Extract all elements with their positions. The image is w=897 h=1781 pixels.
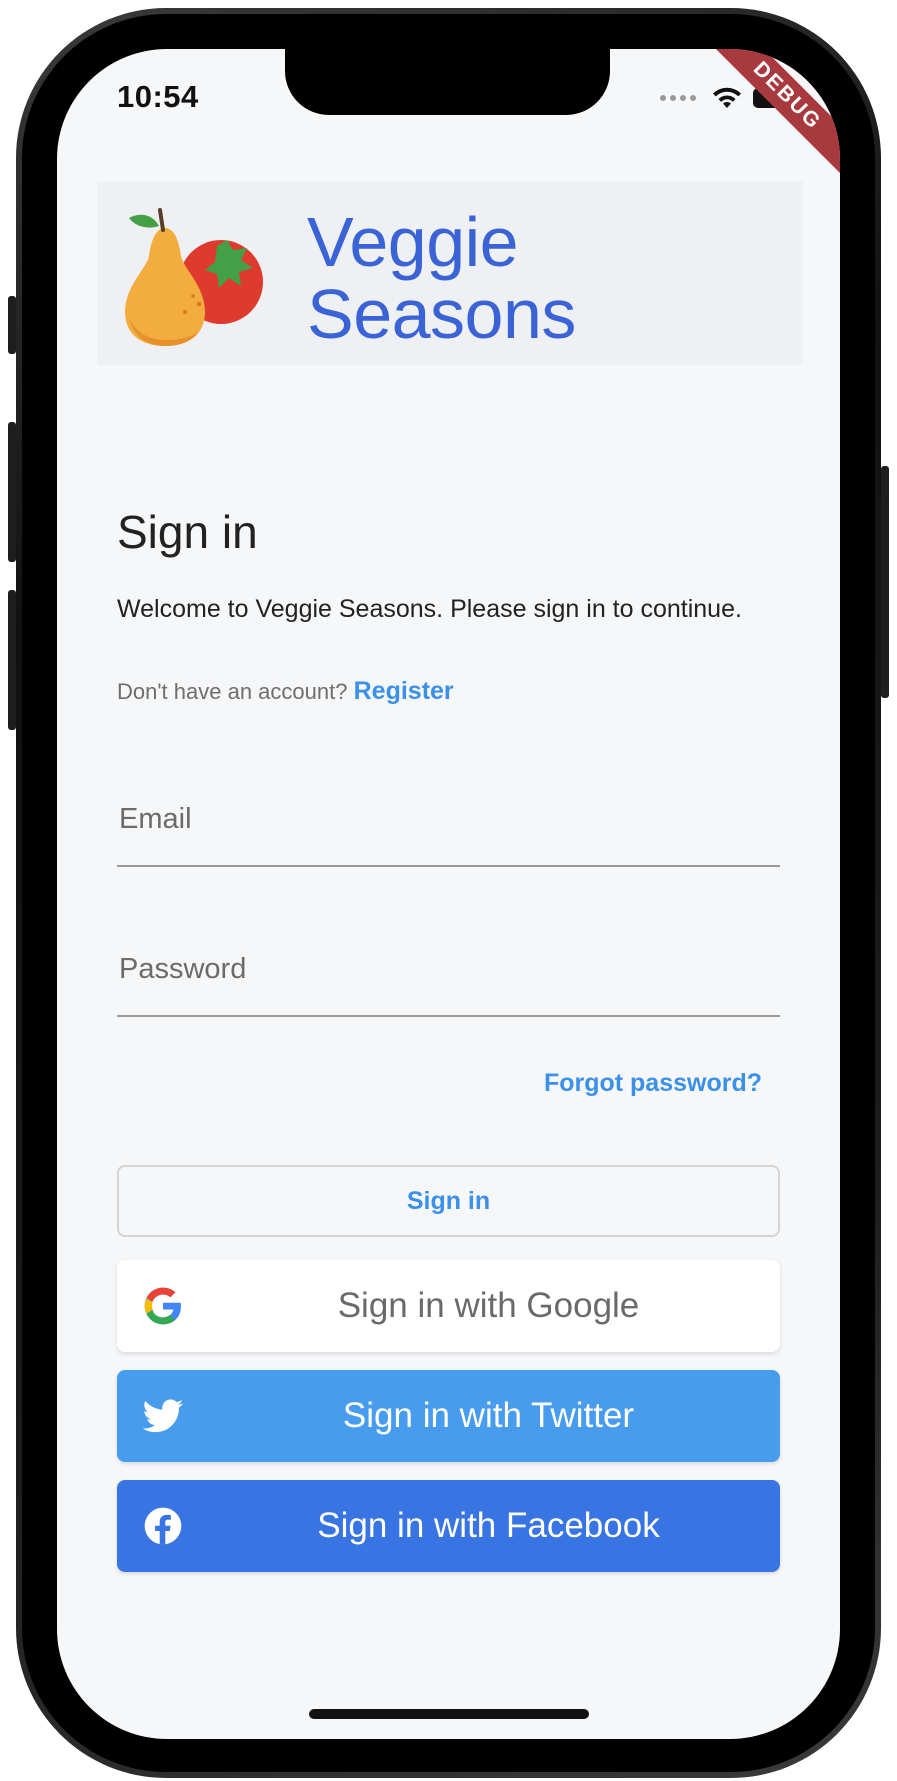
app-logo: Veggie Seasons xyxy=(97,182,803,365)
device-mute-switch xyxy=(8,296,16,354)
app-screen: 10:54 DEBUG Veggie Seasons Sign in Welco… xyxy=(57,49,840,1739)
sign-in-button[interactable]: Sign in xyxy=(117,1165,780,1237)
page-title: Sign in xyxy=(117,506,258,558)
register-prompt: Don't have an account? Register xyxy=(117,677,454,706)
password-field[interactable] xyxy=(117,927,784,1017)
device-volume-down xyxy=(8,590,16,730)
pear-tomato-logo-icon xyxy=(125,208,263,346)
no-account-text: Don't have an account? xyxy=(117,679,348,704)
logo-line-1: Veggie xyxy=(307,203,519,281)
facebook-button-label: Sign in with Facebook xyxy=(317,1506,660,1545)
device-volume-up xyxy=(8,422,16,562)
signal-dots-icon xyxy=(660,95,696,101)
forgot-password-link[interactable]: Forgot password? xyxy=(544,1069,762,1098)
wifi-icon xyxy=(713,87,741,108)
google-button-label: Sign in with Google xyxy=(337,1286,640,1325)
pear-icon xyxy=(125,228,205,346)
device-notch xyxy=(285,49,610,115)
sign-in-button-label: Sign in xyxy=(406,1186,491,1215)
home-indicator[interactable] xyxy=(309,1709,589,1719)
welcome-text: Welcome to Veggie Seasons. Please sign i… xyxy=(117,595,742,623)
twitter-button-label: Sign in with Twitter xyxy=(342,1396,635,1435)
facebook-icon xyxy=(144,1507,182,1545)
status-time: 10:54 xyxy=(117,79,199,114)
email-field[interactable] xyxy=(117,777,784,867)
facebook-sign-in-button[interactable]: Sign in with Facebook xyxy=(117,1480,780,1572)
logo-wordmark: Veggie Seasons xyxy=(307,206,576,350)
register-link[interactable]: Register xyxy=(354,677,454,705)
device-power-button xyxy=(881,466,889,698)
twitter-icon xyxy=(142,1399,184,1433)
email-input[interactable] xyxy=(117,802,784,837)
password-input[interactable] xyxy=(117,952,784,987)
logo-line-2: Seasons xyxy=(307,275,576,353)
google-sign-in-button[interactable]: Sign in with Google xyxy=(117,1260,780,1352)
google-icon xyxy=(144,1287,181,1325)
twitter-sign-in-button[interactable]: Sign in with Twitter xyxy=(117,1370,780,1462)
